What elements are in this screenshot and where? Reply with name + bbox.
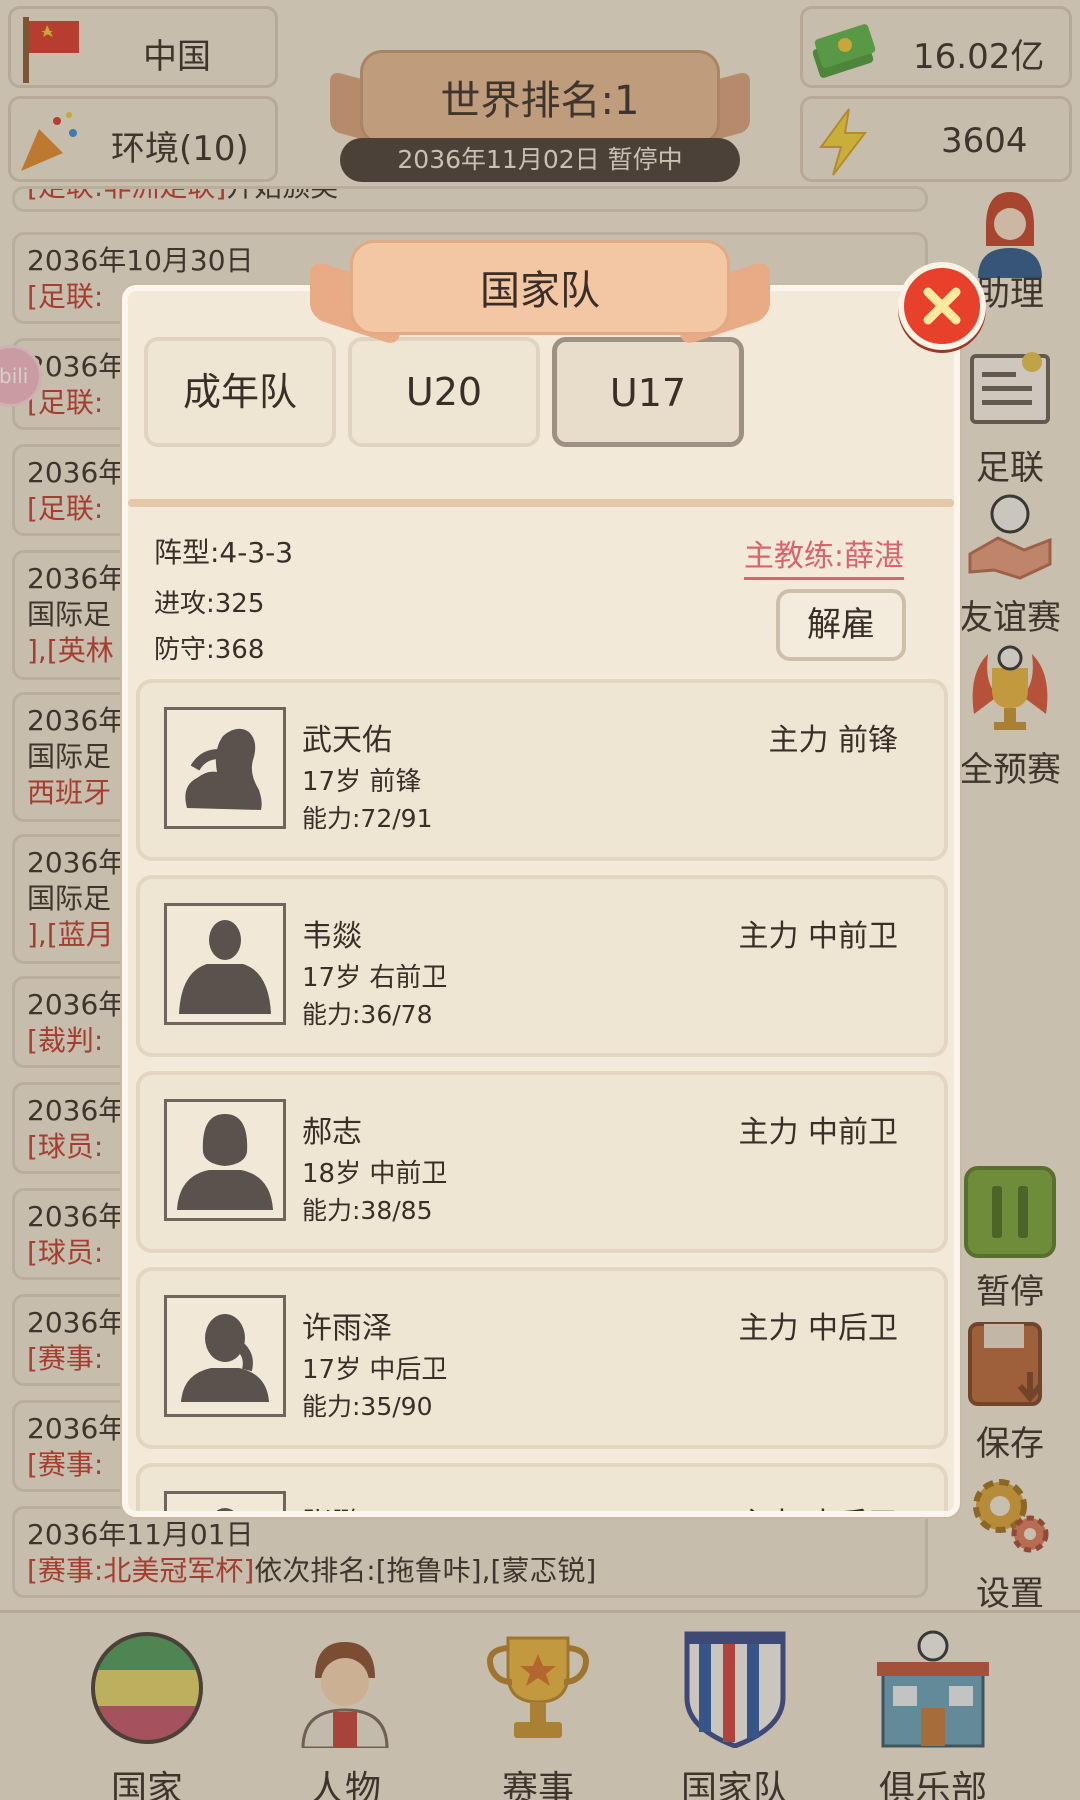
player-silhouette-icon — [216, 1508, 234, 1511]
modal-title: 国家队 — [480, 268, 600, 314]
player-silhouette-icon — [185, 728, 262, 810]
player-age-position: 17岁 右前卫 — [302, 963, 448, 993]
section-divider — [128, 499, 954, 507]
close-icon — [923, 287, 961, 325]
national-team-modal: 成年队 U20 U17 阵型:4-3-3 进攻:325 防守:368 主教练:薛… — [122, 285, 960, 1517]
player-card[interactable]: 韦燚 17岁 右前卫 能力:36/78 主力 中前卫 — [136, 875, 948, 1057]
player-avatar — [164, 903, 286, 1025]
player-card[interactable]: 许雨泽 17岁 中后卫 能力:35/90 主力 中后卫 — [136, 1267, 948, 1449]
player-age-position: 18岁 中前卫 — [302, 1159, 448, 1189]
player-ability: 能力:35/90 — [302, 1392, 433, 1421]
player-age-position: 17岁 中后卫 — [302, 1355, 448, 1385]
attack-label: 进攻:325 — [154, 589, 265, 619]
player-name: 许雨泽 — [302, 1311, 392, 1346]
modal-title-ribbon: 国家队 — [310, 232, 770, 352]
player-name: 武天佑 — [302, 723, 392, 758]
player-age-position: 17岁 前锋 — [302, 767, 422, 797]
player-silhouette-icon — [179, 920, 271, 1014]
player-silhouette-icon — [181, 1314, 269, 1402]
player-silhouette-icon — [177, 1114, 273, 1210]
player-role: 主力 中后卫 — [738, 1499, 898, 1511]
player-ability: 能力:36/78 — [302, 1000, 433, 1029]
player-avatar — [164, 707, 286, 829]
player-card[interactable]: 郝志 18岁 中前卫 能力:38/85 主力 中前卫 — [136, 1071, 948, 1253]
player-role: 主力 中前卫 — [738, 1115, 898, 1150]
player-name: 韦燚 — [302, 919, 362, 954]
tab-senior[interactable]: 成年队 — [144, 337, 336, 447]
player-card[interactable]: 武天佑 17岁 前锋 能力:72/91 主力 前锋 — [136, 679, 948, 861]
formation-label: 阵型:4-3-3 — [154, 536, 294, 569]
defense-label: 防守:368 — [154, 635, 265, 665]
player-avatar — [164, 1099, 286, 1221]
player-ability: 能力:72/91 — [302, 804, 433, 833]
tab-u20[interactable]: U20 — [348, 337, 540, 447]
tab-u17[interactable]: U17 — [552, 337, 744, 447]
player-ability: 能力:38/85 — [302, 1196, 433, 1225]
head-coach-link[interactable]: 主教练:薛湛 — [743, 531, 904, 580]
player-role: 主力 中后卫 — [738, 1311, 898, 1346]
player-avatar — [164, 1491, 286, 1511]
player-avatar — [164, 1295, 286, 1417]
player-role: 主力 前锋 — [768, 723, 898, 758]
player-card[interactable]: 张鹏 主力 中后卫 — [136, 1463, 948, 1511]
fire-coach-button[interactable]: 解雇 — [776, 589, 906, 661]
close-button[interactable] — [898, 262, 986, 350]
player-role: 主力 中前卫 — [738, 919, 898, 954]
player-name: 张鹏 — [302, 1499, 362, 1511]
player-name: 郝志 — [302, 1115, 362, 1150]
